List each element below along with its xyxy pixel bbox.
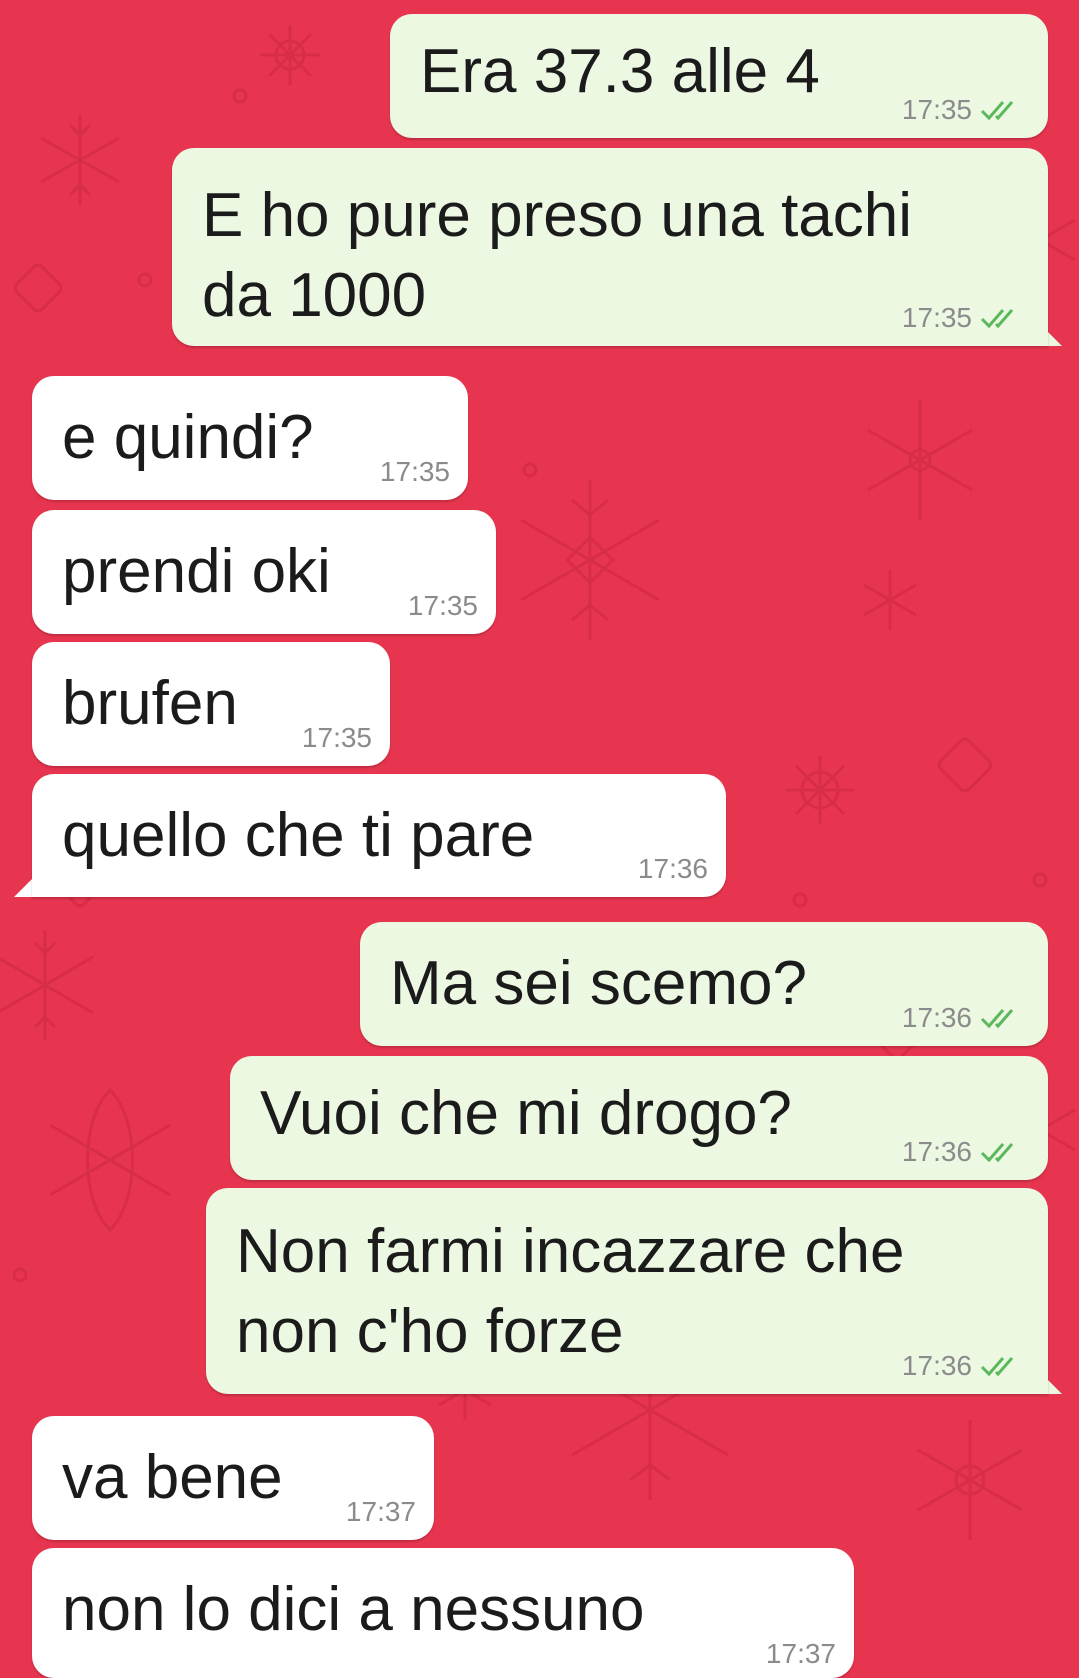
message-bubble-incoming[interactable]: va bene 17:37 xyxy=(32,1416,434,1540)
dot-shape xyxy=(232,88,248,104)
snowflake-icon xyxy=(260,25,320,85)
message-time: 17:36 xyxy=(901,1136,972,1167)
message-time: 17:35 xyxy=(301,722,372,753)
diamond-shape xyxy=(937,737,993,793)
message-bubble-incoming[interactable]: quello che ti pare 17:36 xyxy=(32,774,726,897)
message-text: Era 37.3 alle 4 xyxy=(420,37,820,106)
message-text: Ma sei scemo? xyxy=(390,949,807,1018)
message-time: 17:35 xyxy=(407,590,478,621)
snowflake-icon xyxy=(863,570,917,630)
message-time: 17:35 xyxy=(379,456,450,487)
message-time: 17:35 xyxy=(901,94,972,125)
diamond-shape xyxy=(13,263,63,313)
message-text: Non farmi incazzare che non c'ho forze xyxy=(236,1217,905,1366)
read-checkmarks-icon xyxy=(980,101,1014,121)
message-bubble-outgoing[interactable]: Non farmi incazzare che non c'ho forze 1… xyxy=(206,1188,1048,1394)
message-time: 17:37 xyxy=(765,1638,836,1669)
message-bubble-outgoing[interactable]: E ho pure preso una tachi da 1000 17:35 xyxy=(172,148,1048,346)
message-bubble-outgoing[interactable]: Vuoi che mi drogo? 17:36 xyxy=(230,1056,1048,1180)
snowflake-icon xyxy=(917,1420,1023,1540)
dot-shape xyxy=(1032,872,1048,888)
dot-shape xyxy=(137,272,153,288)
snowflake-icon xyxy=(867,400,973,520)
message-meta: 17:36 xyxy=(902,1136,1026,1168)
message-time: 17:37 xyxy=(345,1496,416,1527)
message-bubble-incoming[interactable]: prendi oki 17:35 xyxy=(32,510,496,634)
message-text: va bene xyxy=(62,1443,283,1512)
message-time: 17:36 xyxy=(901,1350,972,1381)
message-time: 17:36 xyxy=(901,1002,972,1033)
message-meta: 17:35 xyxy=(902,302,1026,334)
dot-shape xyxy=(522,462,538,478)
message-text: e quindi? xyxy=(62,403,314,472)
message-bubble-outgoing[interactable]: Era 37.3 alle 4 17:35 xyxy=(390,14,1048,138)
snowflake-icon xyxy=(520,480,660,640)
message-text: non lo dici a nessuno xyxy=(62,1575,645,1644)
message-meta: 17:36 xyxy=(902,1002,1026,1034)
message-bubble-incoming[interactable]: non lo dici a nessuno 17:37 xyxy=(32,1548,854,1678)
message-meta: 17:36 xyxy=(902,1350,1026,1382)
snowflake-icon xyxy=(0,930,94,1040)
message-text: brufen xyxy=(62,669,238,738)
snowflake-icon xyxy=(786,756,854,824)
message-bubble-incoming[interactable]: e quindi? 17:35 xyxy=(32,376,468,500)
message-time: 17:36 xyxy=(637,853,708,884)
message-meta: 17:35 xyxy=(302,722,372,754)
message-meta: 17:37 xyxy=(766,1638,836,1670)
message-text: E ho pure preso una tachi da 1000 xyxy=(202,181,913,330)
message-meta: 17:35 xyxy=(380,456,450,488)
message-meta: 17:37 xyxy=(346,1496,416,1528)
dot-shape xyxy=(792,892,808,908)
message-meta: 17:35 xyxy=(408,590,478,622)
message-bubble-incoming[interactable]: brufen 17:35 xyxy=(32,642,390,766)
read-checkmarks-icon xyxy=(980,1143,1014,1163)
message-meta: 17:35 xyxy=(902,94,1026,126)
message-text: prendi oki xyxy=(62,537,331,606)
read-checkmarks-icon xyxy=(980,1009,1014,1029)
message-meta: 17:36 xyxy=(638,853,708,885)
snowflake-icon xyxy=(40,115,120,205)
snowflake-icon xyxy=(49,1087,171,1233)
message-text: quello che ti pare xyxy=(62,801,535,870)
dot-shape xyxy=(12,1267,28,1283)
read-checkmarks-icon xyxy=(980,1357,1014,1377)
message-time: 17:35 xyxy=(901,302,972,333)
message-bubble-outgoing[interactable]: Ma sei scemo? 17:36 xyxy=(360,922,1048,1046)
read-checkmarks-icon xyxy=(980,309,1014,329)
message-text: Vuoi che mi drogo? xyxy=(260,1079,792,1148)
